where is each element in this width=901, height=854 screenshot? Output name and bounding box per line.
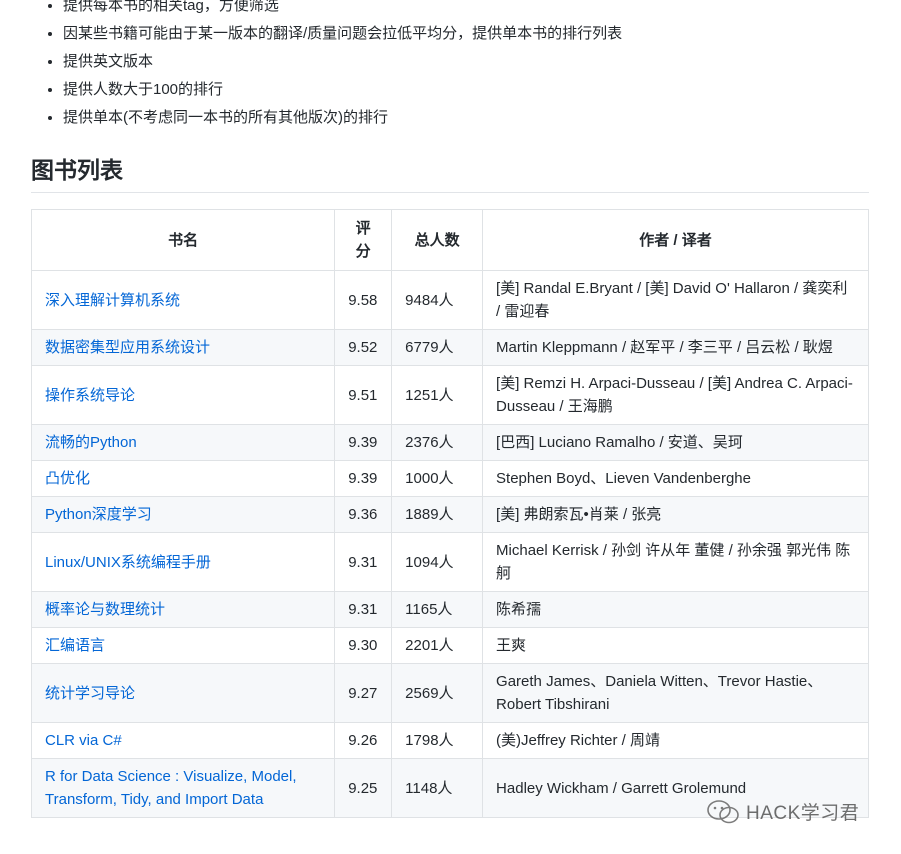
table-row: 深入理解计算机系统 9.58 9484人 [美] Randal E.Bryant / … <box>30 270 869 330</box>
author-cell: Stephen Boyd、Lieven Vandenberghe <box>482 460 869 497</box>
count-cell: 1148人 <box>391 758 484 818</box>
count-cell: 6779人 <box>391 329 484 366</box>
book-name-cell: R for Data Science : Visualize, Model, T… <box>30 758 336 818</box>
score-cell: 9.30 <box>334 627 393 664</box>
header-score: 评分 <box>334 209 393 271</box>
score-cell: 9.27 <box>334 663 393 723</box>
score-cell: 9.51 <box>334 365 393 425</box>
score-cell: 9.36 <box>334 496 393 533</box>
score-cell: 9.31 <box>334 591 393 628</box>
feature-item: 提供单本(不考虑同一本书的所有其他版次)的排行 <box>63 104 622 132</box>
count-cell: 1798人 <box>391 722 484 759</box>
book-name-cell: 深入理解计算机系统 <box>30 270 336 330</box>
score-cell: 9.31 <box>334 532 393 592</box>
table-row: 流畅的Python 9.39 2376人 [巴西] Luciano Ramalho /… <box>30 424 869 461</box>
table-header-row: 书名 评分 总人数 作者 / 译者 <box>30 209 869 271</box>
count-cell: 1165人 <box>391 591 484 628</box>
book-link[interactable]: 概率论与数理统计 <box>45 601 165 618</box>
count-cell: 1251人 <box>391 365 484 425</box>
book-link[interactable]: 凸优化 <box>45 470 90 487</box>
count-cell: 9484人 <box>391 270 484 330</box>
table-row: Python深度学习 9.36 1889人 [美] 弗朗索瓦•肖莱 / 张亮 <box>30 496 869 533</box>
feature-list: 提供每本书的相关tag，方便筛选 因某些书籍可能由于某一版本的翻译/质量问题会拉… <box>33 0 622 132</box>
feature-item: 提供英文版本 <box>63 48 622 76</box>
table-row: 数据密集型应用系统设计 9.52 6779人 Martin Kleppmann / 赵… <box>30 329 869 366</box>
book-name-cell: 数据密集型应用系统设计 <box>30 329 336 366</box>
score-cell: 9.39 <box>334 424 393 461</box>
book-table: 书名 评分 总人数 作者 / 译者 深入理解计算机系统 9.58 9484人 [美] … <box>30 209 869 818</box>
page: 提供每本书的相关tag，方便筛选 因某些书籍可能由于某一版本的翻译/质量问题会拉… <box>0 0 901 854</box>
book-name-cell: 流畅的Python <box>30 424 336 461</box>
book-link[interactable]: 统计学习导论 <box>45 685 135 702</box>
header-count: 总人数 <box>391 209 484 271</box>
count-cell: 1000人 <box>391 460 484 497</box>
table-row: 凸优化 9.39 1000人 Stephen Boyd、Lieven Vandenbe… <box>30 460 869 497</box>
feature-item: 提供人数大于100的排行 <box>63 76 622 104</box>
author-cell: (美)Jeffrey Richter / 周靖 <box>482 722 869 759</box>
table-row: Linux/UNIX系统编程手册 9.31 1094人 Michael Kerrisk… <box>30 532 869 592</box>
score-cell: 9.39 <box>334 460 393 497</box>
table-row: 概率论与数理统计 9.31 1165人 陈希孺 <box>30 591 869 628</box>
header-name: 书名 <box>30 209 336 271</box>
score-cell: 9.25 <box>334 758 393 818</box>
book-link[interactable]: Python深度学习 <box>45 506 152 523</box>
score-cell: 9.58 <box>334 270 393 330</box>
table-row: 汇编语言 9.30 2201人 王爽 <box>30 627 869 664</box>
author-cell: [美] Remzi H. Arpaci-Dusseau / [美] Andrea… <box>482 365 869 425</box>
book-name-cell: 概率论与数理统计 <box>30 591 336 628</box>
feature-item: 提供每本书的相关tag，方便筛选 <box>63 0 622 20</box>
section-title: 图书列表 <box>31 152 869 193</box>
author-cell: [美] 弗朗索瓦•肖莱 / 张亮 <box>482 496 869 533</box>
author-cell: Michael Kerrisk / 孙剑 许从年 董健 / 孙余强 郭光伟 陈舸 <box>482 532 869 592</box>
book-link[interactable]: 深入理解计算机系统 <box>45 292 180 309</box>
count-cell: 2201人 <box>391 627 484 664</box>
author-cell: Martin Kleppmann / 赵军平 / 李三平 / 吕云松 / 耿煜 <box>482 329 869 366</box>
author-cell: 陈希孺 <box>482 591 869 628</box>
book-name-cell: Linux/UNIX系统编程手册 <box>30 532 336 592</box>
book-rows: 深入理解计算机系统 9.58 9484人 [美] Randal E.Bryant / … <box>30 270 869 818</box>
count-cell: 1094人 <box>391 532 484 592</box>
author-cell: Gareth James、Daniela Witten、Trevor Hasti… <box>482 663 869 723</box>
count-cell: 2376人 <box>391 424 484 461</box>
book-name-cell: 凸优化 <box>30 460 336 497</box>
book-link[interactable]: 汇编语言 <box>45 637 105 654</box>
book-link[interactable]: R for Data Science : Visualize, Model, T… <box>45 768 297 808</box>
author-cell: 王爽 <box>482 627 869 664</box>
table-row: 操作系统导论 9.51 1251人 [美] Remzi H. Arpaci-Dusse… <box>30 365 869 425</box>
table-row: CLR via C# 9.26 1798人 (美)Jeffrey Richter / … <box>30 722 869 759</box>
book-link[interactable]: 操作系统导论 <box>45 387 135 404</box>
book-link[interactable]: Linux/UNIX系统编程手册 <box>45 554 211 571</box>
wechat-icon <box>706 799 742 825</box>
book-link[interactable]: 数据密集型应用系统设计 <box>45 339 210 356</box>
score-cell: 9.52 <box>334 329 393 366</box>
book-name-cell: 汇编语言 <box>30 627 336 664</box>
watermark-text: HACK学习君 <box>746 803 860 824</box>
author-cell: [美] Randal E.Bryant / [美] David O' Halla… <box>482 270 869 330</box>
count-cell: 2569人 <box>391 663 484 723</box>
book-name-cell: CLR via C# <box>30 722 336 759</box>
author-cell: [巴西] Luciano Ramalho / 安道、吴珂 <box>482 424 869 461</box>
book-link[interactable]: 流畅的Python <box>45 434 137 451</box>
book-name-cell: 操作系统导论 <box>30 365 336 425</box>
score-cell: 9.26 <box>334 722 393 759</box>
header-author: 作者 / 译者 <box>482 209 869 271</box>
count-cell: 1889人 <box>391 496 484 533</box>
watermark: HACK学习君 <box>706 798 859 825</box>
book-link[interactable]: CLR via C# <box>45 732 122 749</box>
table-row: 统计学习导论 9.27 2569人 Gareth James、Daniela Witt… <box>30 663 869 723</box>
book-name-cell: Python深度学习 <box>30 496 336 533</box>
book-name-cell: 统计学习导论 <box>30 663 336 723</box>
feature-item: 因某些书籍可能由于某一版本的翻译/质量问题会拉低平均分，提供单本书的排行列表 <box>63 20 622 48</box>
